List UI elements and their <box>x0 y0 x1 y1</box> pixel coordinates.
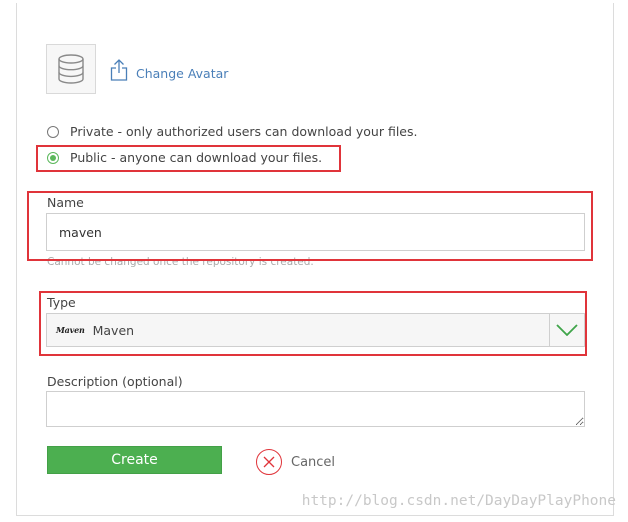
radio-private-label[interactable]: Private - only authorized users can down… <box>70 124 417 139</box>
radio-public[interactable]: Public - anyone can download your files. <box>47 150 322 165</box>
cancel-circle[interactable] <box>256 449 282 475</box>
create-button[interactable]: Create <box>47 446 222 474</box>
maven-logo: Maven <box>56 325 85 335</box>
close-icon <box>263 456 275 468</box>
type-select-toggle[interactable] <box>549 314 584 346</box>
radio-private-circle[interactable] <box>47 125 59 138</box>
database-icon <box>58 54 84 84</box>
chevron-down-icon <box>556 324 578 336</box>
radio-private[interactable]: Private - only authorized users can down… <box>47 124 417 139</box>
cancel-label[interactable]: Cancel <box>291 455 335 470</box>
type-label: Type <box>47 295 76 310</box>
change-avatar-label[interactable]: Change Avatar <box>136 67 228 81</box>
watermark: http://blog.csdn.net/DayDayPlayPhone <box>301 493 616 509</box>
upload-icon <box>110 59 128 81</box>
radio-public-label[interactable]: Public - anyone can download your files. <box>70 150 322 165</box>
avatar <box>46 44 96 94</box>
name-label: Name <box>47 195 84 210</box>
name-hint: Cannot be changed once the repository is… <box>47 256 314 268</box>
type-select-value[interactable]: Maven <box>93 323 134 338</box>
type-select[interactable]: Maven Maven <box>46 313 585 347</box>
name-input[interactable] <box>46 213 585 251</box>
description-textarea[interactable] <box>46 391 585 427</box>
cancel-button[interactable]: Cancel <box>256 449 335 475</box>
description-label: Description (optional) <box>47 374 183 389</box>
change-avatar-link[interactable]: Change Avatar <box>110 59 228 81</box>
radio-public-circle[interactable] <box>47 151 59 164</box>
